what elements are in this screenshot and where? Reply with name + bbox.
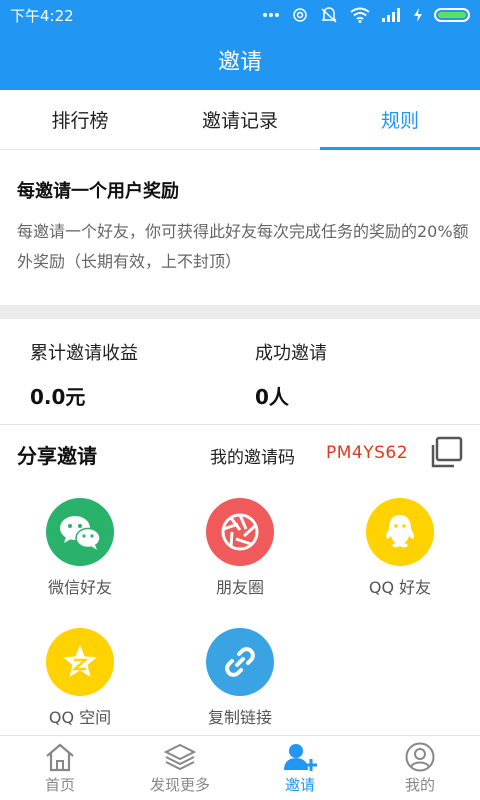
rule-title: 每邀请一个用户奖励 [17,181,179,202]
success-stat: 成功邀请 0人 [255,339,327,410]
copy-icon[interactable] [428,436,464,470]
invite-stats: 累计邀请收益 0.0元 成功邀请 0人 [0,319,480,425]
bottom-nav: 首页 发现更多 邀请 我的 [0,735,480,800]
layers-icon [164,742,196,774]
earnings-label: 累计邀请收益 [30,343,138,364]
nav-invite-label: 邀请 [284,775,315,794]
tab-label: 邀请记录 [201,110,278,132]
copy-link-label: 复制链接 [207,708,272,727]
more-dots-icon [262,12,280,18]
invite-code-value: PM4YS62 [326,443,409,463]
wechat-icon [46,498,114,566]
charging-icon [414,8,422,22]
nav-discover-label: 发现更多 [149,775,210,794]
mute-icon [320,7,338,23]
status-time: 下午4:22 [10,6,74,25]
share-header: 分享邀请 我的邀请码 PM4YS62 [0,426,480,482]
share-moments-label: 朋友圈 [215,578,264,597]
nav-home-label: 首页 [44,775,75,794]
profile-icon [404,742,436,774]
rule-section: 每邀请一个用户奖励 每邀请一个好友，你可获得此好友每次完成任务的奖励的20%额外… [0,151,480,305]
nav-profile[interactable]: 我的 [360,736,480,800]
add-user-icon [283,742,317,774]
status-bar: 下午4:22 [0,0,480,30]
app-header: 邀请 [0,30,480,90]
wifi-icon [350,7,370,23]
qq-icon [366,498,434,566]
share-moments-button[interactable]: 朋友圈 [180,498,300,598]
nav-home[interactable]: 首页 [0,736,120,800]
share-qzone-label: QQ 空间 [48,708,112,727]
share-qzone-button[interactable]: QQ 空间 [20,628,140,728]
share-wechat-button[interactable]: 微信好友 [20,498,140,598]
qzone-icon [46,628,114,696]
system-icons [262,7,470,23]
link-icon [206,628,274,696]
tab-label: 规则 [380,110,419,132]
moments-icon [206,498,274,566]
copy-link-button[interactable]: 复制链接 [180,628,300,728]
share-title: 分享邀请 [17,444,97,468]
share-qq-button[interactable]: QQ 好友 [340,498,460,598]
invite-code-label: 我的邀请码 [210,448,295,468]
tab-leaderboard[interactable]: 排行榜 [0,90,160,149]
sync-icon [292,7,308,23]
success-label: 成功邀请 [255,343,327,364]
section-divider [0,305,480,319]
nav-invite[interactable]: 邀请 [240,736,360,800]
nav-profile-label: 我的 [404,775,435,794]
rule-description: 每邀请一个好友，你可获得此好友每次完成任务的奖励的20%额外奖励（长期有效，上不… [17,222,469,271]
tab-bar: 排行榜 邀请记录 规则 [0,90,480,150]
tab-rules[interactable]: 规则 [320,90,480,150]
earnings-stat: 累计邀请收益 0.0元 [30,339,138,410]
page-title: 邀请 [217,50,262,75]
signal-icon [382,8,402,22]
nav-discover[interactable]: 发现更多 [120,736,240,800]
home-icon [44,742,76,774]
share-qq-label: QQ 好友 [368,578,432,597]
tab-label: 排行榜 [51,110,109,132]
tab-invite-records[interactable]: 邀请记录 [160,90,320,149]
earnings-value: 0.0元 [30,385,86,409]
share-wechat-label: 微信好友 [47,578,112,597]
success-value: 0人 [255,385,289,409]
battery-icon [434,8,470,22]
